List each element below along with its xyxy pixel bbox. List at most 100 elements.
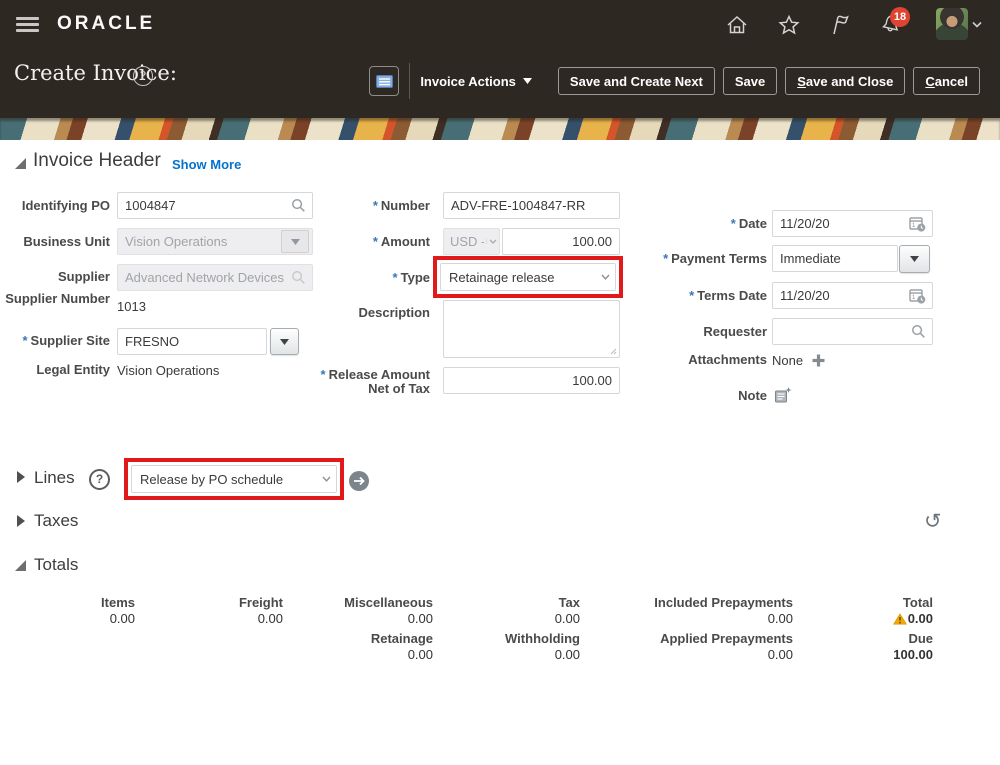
description-input[interactable]	[444, 301, 619, 357]
lines-expand-icon[interactable]	[16, 470, 26, 484]
add-note-icon[interactable]	[774, 387, 792, 404]
search-icon[interactable]	[291, 198, 306, 213]
lines-help-icon[interactable]: ?	[89, 469, 110, 490]
type-annotation-box: Retainage release	[433, 256, 623, 298]
calendar-icon[interactable]: 1	[909, 216, 926, 232]
refresh-icon[interactable]: ↺	[924, 511, 942, 532]
supplier-site-label: * Supplier Site	[22, 333, 110, 348]
calendar-icon[interactable]: 1	[909, 288, 926, 304]
totals-section-title: Totals	[34, 555, 79, 574]
identifying-po-label: Identifying PO	[21, 198, 110, 213]
supplier-number-label: Supplier Number	[5, 291, 110, 306]
save-and-close-button[interactable]: Save and Close	[785, 67, 906, 95]
favorites-star-icon[interactable]	[777, 13, 801, 37]
resize-handle-icon[interactable]	[610, 348, 617, 355]
search-icon[interactable]	[911, 324, 926, 339]
amount-label: * Amount	[372, 234, 430, 249]
currency-input	[444, 234, 486, 249]
panel-icon	[375, 74, 393, 88]
toolbar-divider	[409, 63, 411, 99]
currency-field	[443, 228, 500, 255]
supplier-field	[117, 264, 313, 291]
supplier-input	[118, 270, 291, 285]
description-field[interactable]	[443, 300, 620, 358]
decorative-banner	[0, 118, 1000, 140]
release-amount-field[interactable]	[443, 367, 620, 394]
release-amount-label: * Release Amount Net of Tax	[320, 367, 430, 396]
invoice-actions-label: Invoice Actions	[420, 73, 516, 89]
totals-miscellaneous: Miscellaneous 0.00	[344, 595, 433, 626]
totals-applied-prepayments: Applied Prepayments 0.00	[660, 631, 793, 662]
create-invoice-page: ORACLE 18 Create Invoice: ? Invoice Acti…	[0, 0, 1000, 765]
amount-field[interactable]	[502, 228, 620, 255]
show-more-link[interactable]: Show More	[172, 157, 241, 172]
date-field[interactable]: 1	[772, 210, 933, 237]
identifying-po-input[interactable]	[118, 198, 291, 213]
legal-entity-label: Legal Entity	[36, 362, 110, 377]
invoice-header-collapse-icon[interactable]	[14, 157, 27, 170]
go-arrow-button[interactable]	[349, 471, 369, 491]
number-field[interactable]	[443, 192, 620, 219]
notification-count-badge: 18	[890, 7, 910, 27]
date-input[interactable]	[773, 216, 909, 231]
page-help-icon[interactable]: ?	[133, 66, 153, 86]
lines-action-value: Release by PO schedule	[140, 471, 284, 487]
lines-action-select[interactable]: Release by PO schedule	[131, 465, 337, 493]
number-label: * Number	[372, 198, 430, 213]
save-and-create-next-button[interactable]: Save and Create Next	[557, 67, 715, 95]
supplier-number-value: 1013	[117, 299, 146, 314]
invoice-header-section-title: Invoice Header	[33, 150, 161, 171]
lines-section-title: Lines	[34, 468, 75, 487]
oracle-logo: ORACLE	[57, 13, 156, 34]
terms-date-input[interactable]	[773, 288, 909, 303]
chevron-down-icon	[596, 274, 615, 280]
totals-collapse-icon[interactable]	[14, 559, 27, 572]
totals-included-prepayments: Included Prepayments 0.00	[654, 595, 793, 626]
watchlist-flag-icon[interactable]	[829, 13, 853, 37]
legal-entity-value: Vision Operations	[117, 363, 220, 378]
supplier-site-input[interactable]	[118, 334, 266, 349]
supplier-site-field[interactable]	[117, 328, 267, 355]
requester-input[interactable]	[773, 324, 911, 339]
type-select-value: Retainage release	[449, 269, 555, 285]
attachments-value: None	[772, 353, 804, 368]
cancel-button[interactable]: Cancel	[913, 67, 980, 95]
totals-due: Due 100.00	[893, 631, 933, 662]
totals-freight: Freight 0.00	[238, 595, 283, 626]
taxes-expand-icon[interactable]	[16, 514, 26, 528]
amount-input[interactable]	[503, 234, 619, 249]
release-amount-input[interactable]	[444, 373, 619, 388]
requester-field[interactable]	[772, 318, 933, 345]
date-label: * Date	[730, 216, 767, 231]
top-bar: ORACLE 18 Create Invoice: ? Invoice Acti…	[0, 0, 1000, 118]
add-attachment-plus-icon[interactable]	[812, 354, 825, 367]
warning-icon	[892, 613, 907, 625]
menu-caret-icon	[522, 78, 532, 84]
lines-annotation-box: Release by PO schedule	[124, 458, 344, 500]
terms-date-field[interactable]: 1	[772, 282, 933, 309]
totals-retainage: Retainage 0.00	[370, 631, 433, 662]
payment-terms-field[interactable]	[772, 245, 898, 272]
business-unit-dropdown-icon	[281, 230, 309, 253]
home-icon[interactable]	[725, 13, 749, 37]
number-input[interactable]	[444, 198, 619, 213]
search-icon-disabled	[291, 270, 306, 285]
user-menu-chevron-icon[interactable]	[972, 21, 982, 28]
hamburger-menu-icon[interactable]	[16, 17, 39, 32]
totals-withholding: Withholding 0.00	[505, 631, 580, 662]
totals-total: Total 0.00	[813, 595, 933, 627]
business-unit-field	[117, 228, 313, 255]
payment-terms-input[interactable]	[773, 251, 897, 266]
panel-toggle-button[interactable]	[369, 66, 400, 96]
chevron-down-icon	[317, 476, 336, 482]
attachments-label: Attachments	[688, 352, 767, 367]
totals-items: Items 0.00	[101, 595, 135, 626]
identifying-po-field[interactable]	[117, 192, 313, 219]
supplier-site-dropdown-button[interactable]	[270, 328, 299, 355]
invoice-actions-menu[interactable]: Invoice Actions	[420, 74, 532, 89]
payment-terms-dropdown-button[interactable]	[899, 245, 930, 273]
user-avatar[interactable]	[936, 8, 968, 40]
type-select[interactable]: Retainage release	[440, 263, 616, 291]
save-button[interactable]: Save	[722, 67, 778, 95]
taxes-section-title: Taxes	[34, 511, 79, 530]
